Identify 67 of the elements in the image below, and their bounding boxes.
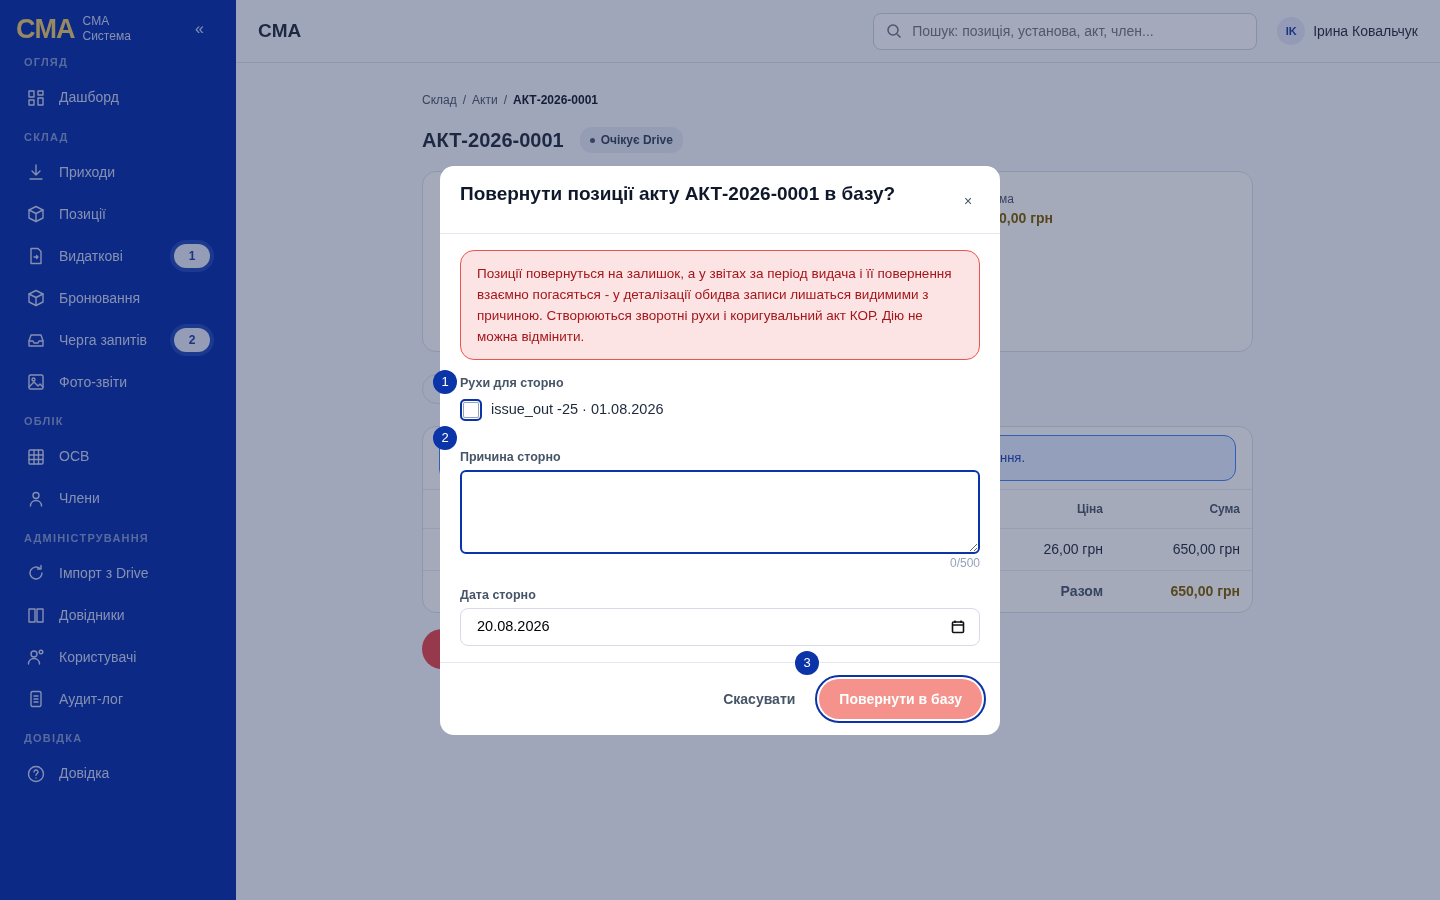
- collapse-button[interactable]: «: [195, 17, 204, 41]
- breadcrumb-current: АКТ-2026-0001: [513, 92, 599, 109]
- download-icon: [26, 162, 46, 182]
- table-icon: [26, 446, 46, 467]
- section-heading: СКЛАД: [23, 129, 70, 145]
- grid-icon: [26, 87, 46, 108]
- breadcrumb-separator: /: [503, 92, 507, 109]
- sidebar-item[interactable]: Бронювання: [16, 277, 220, 319]
- date-picker[interactable]: 20.08.2026: [460, 608, 980, 647]
- total-value: 650,00 грн: [1115, 570, 1252, 612]
- user-name[interactable]: Ірина Ковальчук: [1313, 20, 1418, 42]
- close-button[interactable]: ×: [956, 189, 980, 213]
- section-heading: ОБЛІК: [23, 414, 65, 429]
- field-label: Рухи для сторно: [460, 375, 565, 392]
- logo: CMA: [16, 15, 75, 43]
- breadcrumb-link[interactable]: Акти: [472, 91, 498, 109]
- section-heading: АДМІНІСТРУВАННЯ: [23, 530, 150, 546]
- sidebar-item[interactable]: Довідка: [16, 752, 220, 795]
- sidebar-item[interactable]: Видаткові 1: [16, 235, 220, 277]
- box-icon: [26, 288, 46, 308]
- step-marker: 1: [433, 370, 457, 394]
- calendar-icon[interactable]: [951, 620, 965, 635]
- section-heading: ОГЛЯД: [23, 55, 69, 70]
- step-marker: 2: [433, 426, 457, 450]
- sidebar-item[interactable]: Черга запитів 2: [16, 319, 220, 361]
- avatar[interactable]: IK: [1277, 17, 1306, 45]
- status-badge: Очікує Drive: [579, 127, 683, 153]
- summary-value: 0,00 грн: [999, 209, 1054, 228]
- search-box[interactable]: Пошук: позиція, установа, акт, член...: [873, 12, 1258, 50]
- sidebar-item[interactable]: Дашборд: [16, 76, 220, 119]
- step-marker: 3: [795, 651, 819, 675]
- refresh-icon: [26, 563, 46, 583]
- sidebar-item[interactable]: Члени: [16, 477, 220, 520]
- brand-subtitle: Система: [82, 29, 131, 44]
- sidebar-item[interactable]: Імпорт з Drive: [16, 552, 220, 594]
- reason-field[interactable]: [460, 469, 980, 554]
- sidebar-item[interactable]: ОСВ: [16, 435, 220, 478]
- book-icon: [26, 605, 46, 625]
- sidebar-item[interactable]: Довідники: [16, 594, 220, 636]
- search-field[interactable]: Пошук: позиція, установа, акт, член...: [910, 19, 1245, 43]
- column-header: Сума: [1115, 489, 1252, 528]
- table-cell: 650,00 грн: [1115, 528, 1252, 570]
- cancel-button[interactable]: Скасувати: [713, 680, 806, 718]
- field-label: Причина сторно: [460, 448, 562, 466]
- app-title: CMA: [258, 18, 302, 43]
- brand-name: CMA: [82, 14, 111, 29]
- sidebar-item[interactable]: Приходи: [16, 151, 220, 193]
- date-field[interactable]: 20.08.2026: [475, 615, 951, 640]
- search-icon: [886, 23, 903, 39]
- checkbox-label: issue_out -25 · 01.08.2026: [491, 399, 664, 419]
- dialog-title: Повернути позиції акту АКТ-2026-0001 в базу?: [460, 183, 897, 206]
- users-icon: [26, 647, 46, 667]
- box-icon: [26, 204, 46, 224]
- field-label: Дата сторно: [460, 586, 537, 604]
- breadcrumb-separator: /: [462, 92, 467, 109]
- section-heading: ДОВІДКА: [23, 731, 84, 746]
- summary-label: ма: [999, 191, 1015, 208]
- warning-message: Позиції повернуться на залишок, а у звітах за період видача і її повернення взаємно погасяться - у деталізації обидва записи лишаться видимими з причиною. Створюються зворотні рухи і коригувальний акт КОР. Дію не можна відмінити.: [460, 250, 980, 360]
- sidebar-item[interactable]: Фото-звіти: [16, 361, 220, 403]
- page-title: АКТ-2026-0001: [422, 128, 564, 152]
- sidebar-item[interactable]: Позиції: [16, 193, 220, 235]
- image-icon: [26, 372, 46, 392]
- sidebar-item[interactable]: Користувачі: [16, 636, 220, 678]
- sidebar-item[interactable]: Аудит-лог: [16, 678, 220, 720]
- breadcrumb-link[interactable]: Склад: [422, 91, 457, 109]
- help-icon: [26, 763, 46, 784]
- checkbox[interactable]: [460, 398, 482, 421]
